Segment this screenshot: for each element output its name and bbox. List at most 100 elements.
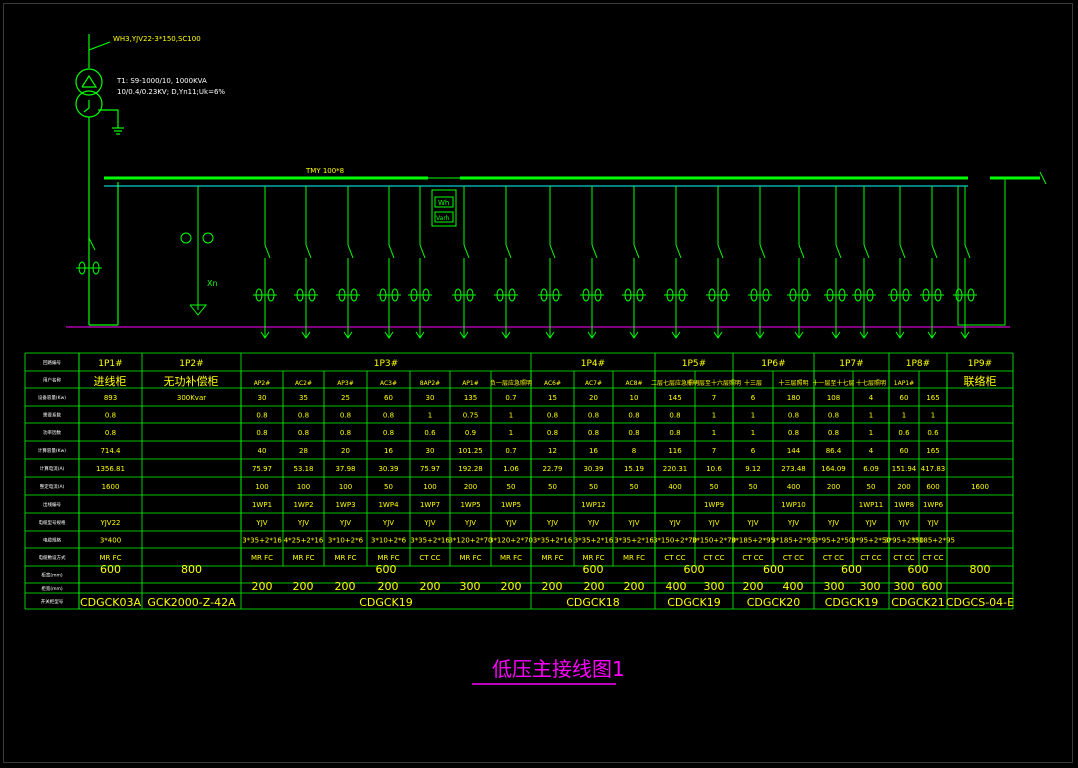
- feeder-branch: [787, 186, 811, 339]
- table-cell: YJV: [864, 519, 876, 527]
- table-cell: 0.8: [256, 429, 267, 437]
- cabinet-width: 200: [252, 580, 273, 593]
- cabinet-width: 600: [583, 563, 604, 576]
- table-cell: 3*185+2*95: [731, 537, 775, 545]
- table-cell: 100: [297, 483, 310, 491]
- table-cell: 3*35+2*16: [614, 537, 654, 545]
- table-cell: 0.8: [788, 412, 799, 420]
- table-cell: 1WP1: [252, 501, 272, 509]
- row-label: 计算电流(A): [40, 465, 65, 472]
- capacitor-ct: [202, 232, 214, 244]
- feeder-branch: [953, 186, 977, 339]
- cabinet-width: 300: [894, 580, 915, 593]
- table-cell: 417.83: [921, 465, 946, 473]
- panel-number: 1P5#: [682, 359, 706, 369]
- table-cell: 400: [787, 483, 800, 491]
- table-cell: 1600: [971, 483, 989, 491]
- circuit-name: AC6#: [544, 380, 561, 387]
- row-label: 柜宽(mm): [41, 585, 63, 592]
- table-cell: 9.12: [745, 465, 761, 473]
- table-cell: MR FC: [334, 554, 356, 562]
- table-cell: 0.8: [669, 412, 680, 420]
- feeder-branch: [377, 186, 401, 339]
- table-cell: 4: [869, 447, 874, 455]
- table-cell: YJV: [746, 519, 758, 527]
- feeder-branch: [494, 186, 518, 339]
- table-cell: CT CC: [419, 554, 440, 562]
- table-cell: 8: [632, 447, 636, 455]
- table-cell: 1WP7: [420, 501, 440, 509]
- feeder-breaker: [835, 244, 842, 259]
- user-name: 联络柜: [964, 374, 997, 388]
- switchgear-model: CDGCK21: [891, 596, 945, 609]
- feeder-breaker: [717, 244, 724, 259]
- circuit-name: 8AP2#: [420, 380, 440, 387]
- table-cell: 10.6: [706, 465, 722, 473]
- cabinet-width: 200: [624, 580, 645, 593]
- table-cell: 3*150+2*70: [692, 537, 736, 545]
- table-cell: 200: [464, 483, 477, 491]
- table-cell: 1WP5: [460, 501, 480, 509]
- table-cell: 714.4: [100, 447, 121, 455]
- row-label: 整定电流(A): [40, 483, 65, 490]
- switchgear-model: CDGCK18: [566, 596, 620, 609]
- table-cell: 12: [548, 447, 557, 455]
- incoming-cable-label: WH3,YJV22-3*150,SC100: [113, 35, 201, 43]
- cabinet-width: 400: [783, 580, 804, 593]
- feeder-branch: [294, 186, 318, 339]
- table-cell: 1WP4: [378, 501, 399, 509]
- circuit-name: 负一层应急照明: [490, 379, 532, 387]
- table-cell: 60: [900, 447, 909, 455]
- table-cell: YJV: [255, 519, 267, 527]
- table-cell: 7: [712, 394, 716, 402]
- table-cell: 6: [751, 447, 756, 455]
- table-cell: 108: [827, 394, 840, 402]
- table-cell: 1WP6: [923, 501, 944, 509]
- table-cell: CT CC: [860, 554, 881, 562]
- table-cell: 0.7: [505, 394, 516, 402]
- feeder-branch: [336, 186, 360, 339]
- switchgear-model: CDGCK19: [825, 596, 879, 609]
- table-cell: 50: [589, 483, 598, 491]
- table-cell: 50: [548, 483, 557, 491]
- cabinet-width: 300: [860, 580, 881, 593]
- table-cell: 3*185+2*95: [771, 537, 815, 545]
- table-cell: 1600: [102, 483, 120, 491]
- table-cell: 1.06: [503, 465, 519, 473]
- circuit-name: AP1#: [462, 380, 479, 387]
- feeder-branch: [253, 186, 277, 339]
- table-cell: 3*35+2*16: [242, 537, 282, 545]
- table-cell: YJV: [787, 519, 799, 527]
- table-cell: 1: [509, 429, 513, 437]
- table-cell: 30.39: [378, 465, 398, 473]
- switchgear-model: CDGCK20: [747, 596, 801, 609]
- table-cell: 28: [299, 447, 308, 455]
- feeder-breaker: [264, 244, 271, 259]
- table-cell: 50: [867, 483, 876, 491]
- cabinet-width: 200: [420, 580, 441, 593]
- table-cell: 0.8: [340, 429, 351, 437]
- feeder-branch: [706, 186, 730, 339]
- table-cell: 1WP5: [501, 501, 521, 509]
- cabinet-width: 200: [542, 580, 563, 593]
- table-cell: 1WP8: [894, 501, 914, 509]
- table-cell: 50: [507, 483, 516, 491]
- switchgear-model: CDGCK19: [359, 596, 413, 609]
- capacitor-label: Xn: [207, 279, 218, 288]
- circuit-name: 十一层至十七层: [812, 379, 854, 387]
- row-label: 计算容量(Kw): [38, 447, 66, 454]
- feeder-branch: [852, 186, 876, 339]
- table-cell: 1: [751, 429, 755, 437]
- table-cell: 60: [900, 394, 909, 402]
- table-cell: 400: [668, 483, 681, 491]
- panel-number: 1P2#: [179, 359, 203, 369]
- table-cell: 0.7: [505, 447, 516, 455]
- table-cell: 3*35+2*16: [533, 537, 573, 545]
- feeder-branch: [408, 186, 432, 339]
- row-label: 开关柜型号: [41, 598, 64, 605]
- table-cell: YJV: [423, 519, 435, 527]
- panel-number: 1P7#: [839, 359, 863, 369]
- feeder-breaker: [549, 244, 556, 259]
- row-label: 设备容量(Kw): [38, 394, 66, 401]
- table-cell: 0.8: [298, 429, 309, 437]
